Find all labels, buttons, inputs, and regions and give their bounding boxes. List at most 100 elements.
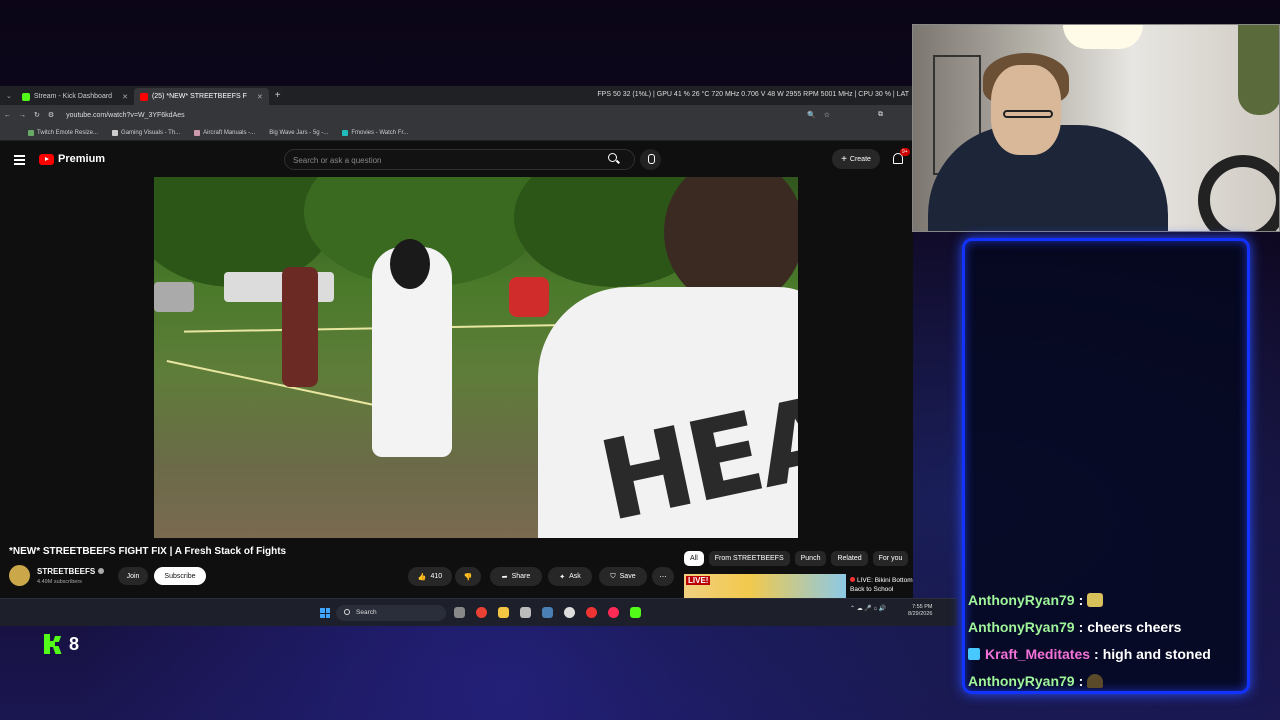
tab-bar: ⌄ Stream - Kick Dashboard ✕ (25) *NEW* S… (0, 86, 913, 105)
join-button[interactable]: Join (118, 567, 148, 585)
save-button[interactable]: ⛉ Save (599, 567, 647, 586)
fighter-head (390, 239, 430, 289)
bookmark-item[interactable]: Twitch Emote Resize... (28, 129, 98, 136)
shirt-print: HEADR (589, 335, 798, 538)
bookmark-favicon-icon (28, 129, 34, 136)
close-tab-icon[interactable]: ✕ (257, 93, 263, 101)
beer-emote-icon (1087, 592, 1104, 607)
taskbar-search[interactable]: Search (336, 605, 446, 621)
youtube-logo[interactable]: Premium (39, 153, 105, 165)
search-input[interactable]: Search or ask a question (284, 149, 635, 170)
forward-icon[interactable]: → (19, 112, 26, 119)
chat-message: AnthonyRyan79 : (968, 586, 1248, 613)
share-button[interactable]: ➦ Share (490, 567, 542, 586)
youtube-app-icon[interactable] (608, 607, 619, 618)
thumbs-up-icon: 👍 (417, 573, 427, 581)
live-title-line: LIVE: Bikini Bottom (857, 577, 913, 584)
create-button[interactable]: + Create (832, 149, 880, 169)
ceiling-lamp (1063, 25, 1143, 49)
save-label: Save (619, 573, 636, 580)
zoom-icon[interactable]: 🔍 (807, 111, 816, 119)
bookmark-item[interactable]: Fmovies - Watch Fr... (342, 129, 408, 136)
youtube-header: Premium Search or ask a question + Creat… (0, 141, 913, 177)
chat-messages: AnthonyRyan79 : AnthonyRyan79 : cheers c… (968, 586, 1248, 694)
back-icon[interactable]: ← (4, 112, 11, 119)
tab-search-chevron-icon[interactable]: ⌄ (6, 92, 12, 100)
close-tab-icon[interactable]: ✕ (122, 93, 128, 101)
bookmark-item[interactable]: Big Wave Jars - 5g -... (269, 130, 328, 136)
chat-text: high and stoned (1102, 645, 1211, 662)
video-player[interactable]: HEADR (154, 177, 798, 538)
chat-separator: : (1078, 618, 1084, 635)
media-player-icon[interactable] (564, 607, 575, 618)
create-label: Create (849, 155, 871, 163)
dislike-button[interactable]: 👎 (455, 567, 481, 586)
webcam-overlay (912, 24, 1280, 232)
chip-all[interactable]: All (684, 551, 704, 566)
more-icon: ⋯ (659, 573, 667, 581)
task-view-icon[interactable] (454, 607, 465, 618)
verified-icon (98, 568, 105, 574)
app-icon[interactable] (586, 607, 597, 618)
steam-icon[interactable] (542, 607, 553, 618)
system-tray-icons[interactable]: ⌃ ☁ 🎤 ⌂ 🔊 (850, 605, 886, 612)
microphone-icon[interactable] (640, 149, 661, 170)
chip-from-channel[interactable]: From STREETBEEFS (708, 551, 790, 566)
chat-text: cheers cheers (1087, 618, 1182, 635)
chat-separator: : (1078, 591, 1084, 608)
extensions-icon[interactable]: ⧉ (878, 111, 883, 119)
chat-separator: : (1078, 672, 1084, 689)
reload-icon[interactable]: ↻ (34, 111, 40, 119)
site-info-icon[interactable]: ⚙ (48, 111, 54, 119)
menu-icon[interactable] (14, 155, 25, 165)
live-video-thumbnail[interactable]: LIVE! (684, 574, 846, 598)
bookmark-label: Gaming Visuals - Th... (121, 129, 181, 136)
bookmark-icon: ⛉ (610, 572, 616, 580)
address-bar: ← → ↻ ⚙ youtube.com/watch?v=W_3YF6kdAes … (0, 105, 913, 125)
bookmark-item[interactable]: Gaming Visuals - Th... (112, 129, 181, 136)
live-thumbnail-text: LIVE! (686, 576, 711, 585)
chat-message: AnthonyRyan79 : (968, 667, 1248, 694)
youtube-favicon-icon (139, 92, 148, 101)
live-video-title[interactable]: LIVE: Bikini Bottom Back to School (850, 576, 913, 594)
chat-message: Kraft_Meditates : high and stoned (968, 640, 1248, 667)
foreground-shirt: HEADR (538, 287, 798, 538)
file-explorer-icon[interactable] (498, 607, 509, 618)
tab-youtube[interactable]: (25) *NEW* STREETBEEFS F ✕ (133, 88, 269, 105)
spectator (282, 267, 318, 387)
chat-username: Kraft_Meditates (985, 645, 1091, 662)
plus-icon: + (841, 153, 847, 165)
chat-message: AnthonyRyan79 : cheers cheers (968, 613, 1248, 640)
bookmark-star-icon[interactable]: ☆ (824, 111, 830, 119)
channel-name[interactable]: STREETBEEFS (37, 567, 105, 576)
bookmarks-bar: Twitch Emote Resize... Gaming Visuals - … (0, 125, 913, 141)
chip-for-you[interactable]: For you (872, 551, 909, 566)
racing-wheel (1198, 155, 1279, 231)
chat-separator: : (1094, 645, 1099, 662)
chip-related[interactable]: Related (831, 551, 868, 566)
ask-button[interactable]: ✦ Ask (548, 567, 592, 586)
url-field[interactable]: youtube.com/watch?v=W_3YF6kdAes (66, 112, 184, 119)
chrome-icon[interactable] (476, 607, 487, 618)
subscribe-button[interactable]: Subscribe (154, 567, 206, 585)
share-label: Share (511, 573, 531, 580)
windows-start-icon[interactable] (320, 608, 330, 618)
channel-avatar[interactable] (9, 565, 30, 586)
kick-app-icon[interactable] (630, 607, 641, 618)
taskbar-clock[interactable]: 7:55 PM 8/29/2026 (908, 604, 932, 618)
new-tab-icon[interactable]: + (275, 90, 281, 101)
hat-emote-icon (1087, 673, 1104, 688)
clock-time: 7:55 PM (911, 604, 933, 610)
search-icon[interactable] (608, 153, 617, 162)
bookmark-favicon-icon (342, 129, 349, 136)
kick-logo-icon (44, 634, 63, 654)
thumbs-down-icon: 👎 (463, 573, 473, 581)
chip-punch[interactable]: Punch (794, 551, 827, 566)
like-button[interactable]: 👍 410 (408, 567, 452, 586)
spectator (509, 277, 549, 317)
more-actions-button[interactable]: ⋯ (652, 567, 674, 586)
subscriber-count: 4.49M subscribers (37, 579, 82, 585)
tab-kick-dashboard[interactable]: Stream - Kick Dashboard ✕ (16, 88, 134, 105)
app-icon[interactable] (520, 607, 531, 618)
bookmark-item[interactable]: Aircraft Manuals -... (194, 129, 255, 136)
